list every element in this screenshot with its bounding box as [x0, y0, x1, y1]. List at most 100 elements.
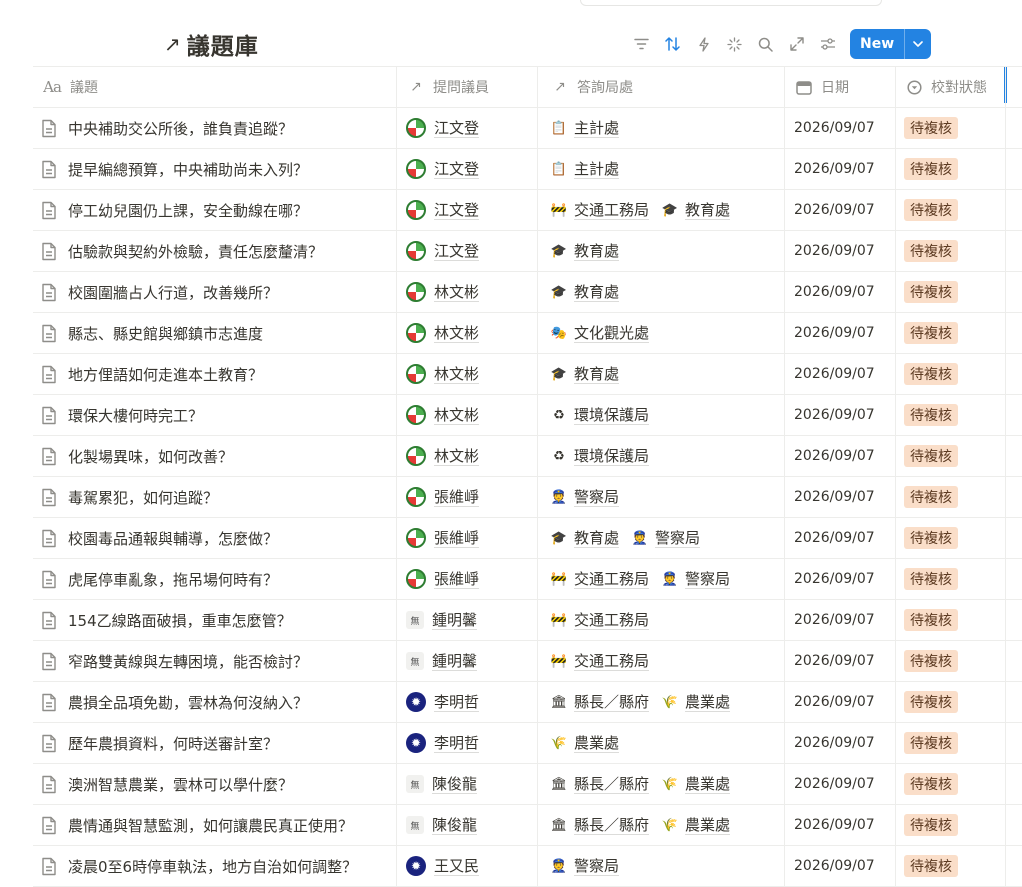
department-tag[interactable]: 🌾 農業處	[661, 693, 731, 712]
table-row[interactable]: 農情通與智慧監測，如何讓農民真正使用？ 無陳俊龍 🏛 縣長／縣府 🌾 農業處 2026/09…	[33, 805, 1022, 846]
status-cell[interactable]: 待複核	[896, 190, 1006, 230]
table-row[interactable]: 澳洲智慧農業，雲林可以學什麼？ 無陳俊龍 🏛 縣長／縣府 🌾 農業處 2026/09/07 待…	[33, 764, 1022, 805]
department-cell[interactable]: 🚧 交通工務局 🎓 教育處	[538, 190, 785, 230]
department-tag[interactable]: 🏛 縣長／縣府	[550, 775, 650, 794]
department-cell[interactable]: 🎓 教育處 👮 警察局	[538, 518, 785, 558]
topic-cell[interactable]: 歷年農損資料，何時送審計室？	[33, 723, 397, 763]
department-tag[interactable]: 🎓 教育處	[661, 201, 731, 220]
topic-cell[interactable]: 毒駕累犯，如何追蹤？	[33, 477, 397, 517]
member-cell[interactable]: 林文彬	[397, 313, 538, 353]
department-tag[interactable]: ♻ 環境保護局	[550, 406, 650, 425]
department-cell[interactable]: 🏛 縣長／縣府 🌾 農業處	[538, 682, 785, 722]
topic-cell[interactable]: 虎尾停車亂象，拖吊場何時有？	[33, 559, 397, 599]
department-tag[interactable]: 🚧 交通工務局	[550, 570, 650, 589]
date-cell[interactable]: 2026/09/07	[785, 805, 896, 845]
topic-cell[interactable]: 窄路雙黃線與左轉困境，能否檢討？	[33, 641, 397, 681]
column-header-topic[interactable]: Aa 議題	[33, 67, 397, 107]
topic-cell[interactable]: 農損全品項免勘，雲林為何沒納入？	[33, 682, 397, 722]
status-cell[interactable]: 待複核	[896, 641, 1006, 681]
table-row[interactable]: 校園毒品通報與輔導，怎麼做？ 張維崢 🎓 教育處 👮 警察局 2026/09/07 待複核	[33, 518, 1022, 559]
member-cell[interactable]: 林文彬	[397, 272, 538, 312]
date-cell[interactable]: 2026/09/07	[785, 395, 896, 435]
department-tag[interactable]: 🌾 農業處	[661, 775, 731, 794]
automation-icon[interactable]	[688, 30, 719, 58]
department-cell[interactable]: 🎓 教育處	[538, 272, 785, 312]
topic-cell[interactable]: 環保大樓何時完工？	[33, 395, 397, 435]
date-cell[interactable]: 2026/09/07	[785, 190, 896, 230]
member-cell[interactable]: ✹ 王又民	[397, 846, 538, 886]
member-cell[interactable]: ✹ 李明哲	[397, 723, 538, 763]
department-tag[interactable]: 🎓 教育處	[550, 283, 620, 302]
member-cell[interactable]: 江文登	[397, 190, 538, 230]
date-cell[interactable]: 2026/09/07	[785, 313, 896, 353]
department-tag[interactable]: 🎓 教育處	[550, 242, 620, 261]
date-cell[interactable]: 2026/09/07	[785, 272, 896, 312]
department-tag[interactable]: 🏛 縣長／縣府	[550, 693, 650, 712]
table-row[interactable]: 窄路雙黃線與左轉困境，能否檢討？ 無鍾明馨 🚧 交通工務局 2026/09/07 待複核	[33, 641, 1022, 682]
department-tag[interactable]: 🎓 教育處	[550, 365, 620, 384]
topic-cell[interactable]: 154乙線路面破損，重車怎麼管？	[33, 600, 397, 640]
department-tag[interactable]: ♻ 環境保護局	[550, 447, 650, 466]
department-cell[interactable]: 🚧 交通工務局	[538, 600, 785, 640]
department-tag[interactable]: 🌾 農業處	[661, 816, 731, 835]
table-row[interactable]: 154乙線路面破損，重車怎麼管？ 無鍾明馨 🚧 交通工務局 2026/09/07 待複核	[33, 600, 1022, 641]
topic-cell[interactable]: 校園毒品通報與輔導，怎麼做？	[33, 518, 397, 558]
topic-cell[interactable]: 農情通與智慧監測，如何讓農民真正使用？	[33, 805, 397, 845]
topic-cell[interactable]: 澳洲智慧農業，雲林可以學什麼？	[33, 764, 397, 804]
department-tag[interactable]: 🚧 交通工務局	[550, 201, 650, 220]
department-cell[interactable]: 👮 警察局	[538, 477, 785, 517]
date-cell[interactable]: 2026/09/07	[785, 354, 896, 394]
table-row[interactable]: 提早編總預算，中央補助尚未入列？ 江文登 📋 主計處 2026/09/07 待複核	[33, 149, 1022, 190]
status-cell[interactable]: 待複核	[896, 764, 1006, 804]
department-tag[interactable]: 📋 主計處	[550, 160, 620, 179]
department-tag[interactable]: 🌾 農業處	[550, 734, 620, 753]
table-row[interactable]: 化製場異味，如何改善？ 林文彬 ♻ 環境保護局 2026/09/07 待複核	[33, 436, 1022, 477]
table-row[interactable]: 縣志、縣史館與鄉鎮市志進度 林文彬 🎭 文化觀光處 2026/09/07 待複核	[33, 313, 1022, 354]
date-cell[interactable]: 2026/09/07	[785, 764, 896, 804]
member-cell[interactable]: 江文登	[397, 231, 538, 271]
table-row[interactable]: 農損全品項免勘，雲林為何沒納入？ ✹ 李明哲 🏛 縣長／縣府 🌾 農業處 2026/09/07…	[33, 682, 1022, 723]
topic-cell[interactable]: 地方俚語如何走進本土教育？	[33, 354, 397, 394]
table-row[interactable]: 凌晨0至6時停車執法，地方自治如何調整？ ✹ 王又民 👮 警察局 2026/09/07 待複…	[33, 846, 1022, 887]
date-cell[interactable]: 2026/09/07	[785, 559, 896, 599]
date-cell[interactable]: 2026/09/07	[785, 436, 896, 476]
department-cell[interactable]: 🚧 交通工務局 👮 警察局	[538, 559, 785, 599]
department-tag[interactable]: 👮 警察局	[631, 529, 701, 548]
topic-cell[interactable]: 中央補助交公所後，誰負責追蹤？	[33, 108, 397, 148]
department-tag[interactable]: 👮 警察局	[661, 570, 731, 589]
table-row[interactable]: 環保大樓何時完工？ 林文彬 ♻ 環境保護局 2026/09/07 待複核	[33, 395, 1022, 436]
date-cell[interactable]: 2026/09/07	[785, 723, 896, 763]
status-cell[interactable]: 待複核	[896, 805, 1006, 845]
column-header-member[interactable]: ↗ 提問議員	[397, 67, 538, 107]
department-cell[interactable]: 🏛 縣長／縣府 🌾 農業處	[538, 764, 785, 804]
topic-cell[interactable]: 化製場異味，如何改善？	[33, 436, 397, 476]
column-header-date[interactable]: 日期	[785, 67, 896, 107]
new-dropdown-chevron-icon[interactable]	[904, 29, 931, 59]
member-cell[interactable]: 張維崢	[397, 518, 538, 558]
date-cell[interactable]: 2026/09/07	[785, 231, 896, 271]
department-cell[interactable]: 📋 主計處	[538, 149, 785, 189]
table-row[interactable]: 毒駕累犯，如何追蹤？ 張維崢 👮 警察局 2026/09/07 待複核	[33, 477, 1022, 518]
department-cell[interactable]: 📋 主計處	[538, 108, 785, 148]
topic-cell[interactable]: 提早編總預算，中央補助尚未入列？	[33, 149, 397, 189]
status-cell[interactable]: 待複核	[896, 682, 1006, 722]
department-cell[interactable]: ♻ 環境保護局	[538, 395, 785, 435]
member-cell[interactable]: 張維崢	[397, 477, 538, 517]
sort-icon[interactable]	[657, 30, 688, 58]
department-cell[interactable]: 🎭 文化觀光處	[538, 313, 785, 353]
member-cell[interactable]: 張維崢	[397, 559, 538, 599]
date-cell[interactable]: 2026/09/07	[785, 108, 896, 148]
member-cell[interactable]: 林文彬	[397, 436, 538, 476]
department-cell[interactable]: 🎓 教育處	[538, 354, 785, 394]
department-cell[interactable]: 👮 警察局	[538, 846, 785, 886]
table-row[interactable]: 虎尾停車亂象，拖吊場何時有？ 張維崢 🚧 交通工務局 👮 警察局 2026/09/07 待複核	[33, 559, 1022, 600]
table-row[interactable]: 歷年農損資料，何時送審計室？ ✹ 李明哲 🌾 農業處 2026/09/07 待複核	[33, 723, 1022, 764]
status-cell[interactable]: 待複核	[896, 354, 1006, 394]
table-row[interactable]: 中央補助交公所後，誰負責追蹤？ 江文登 📋 主計處 2026/09/07 待複核	[33, 108, 1022, 149]
date-cell[interactable]: 2026/09/07	[785, 518, 896, 558]
topic-cell[interactable]: 估驗款與契約外檢驗，責任怎麼釐清？	[33, 231, 397, 271]
member-cell[interactable]: 林文彬	[397, 354, 538, 394]
department-tag[interactable]: 🎭 文化觀光處	[550, 324, 650, 343]
member-cell[interactable]: 無陳俊龍	[397, 805, 538, 845]
department-cell[interactable]: 🎓 教育處	[538, 231, 785, 271]
